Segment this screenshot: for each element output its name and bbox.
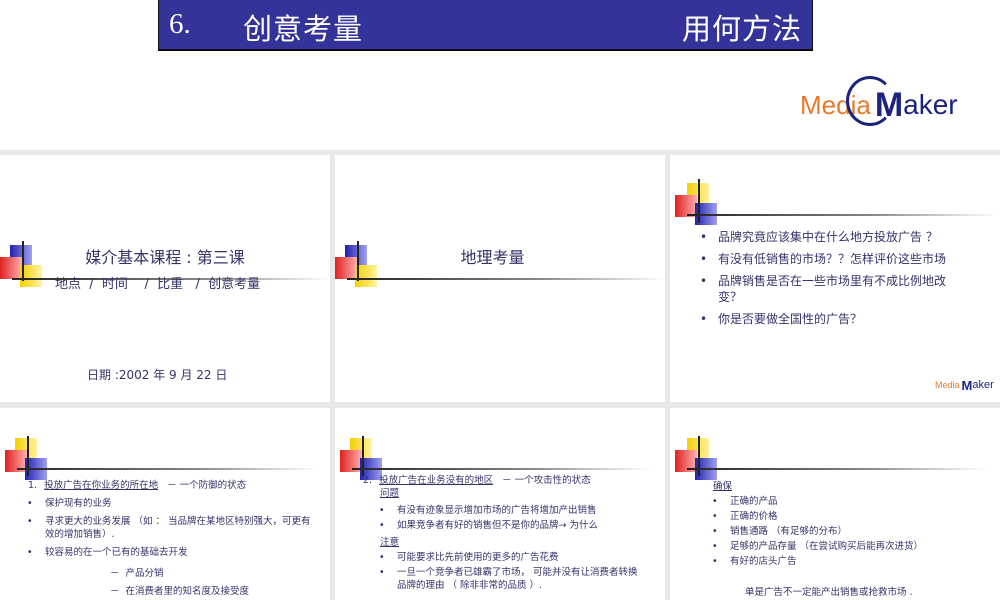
list-item: 如果竞争者有好的销售但不是你的品牌→ 为什么 xyxy=(377,519,647,532)
slide-title: 媒介基本课程 : 第三课 xyxy=(85,248,245,267)
list-item: 正确的价格 xyxy=(710,510,995,523)
list-item: 足够的产品存量 （在尝试购买后能再次进货） xyxy=(710,540,995,553)
slide-decoration-icon xyxy=(340,436,665,480)
bullet-list: 品牌究竟应该集中在什么地方投放广告 ？ 有没有低销售的市场？？怎样评价这些市场 … xyxy=(698,229,968,327)
mediamaker-logo: Media M aker xyxy=(800,76,958,130)
list-item: 可能要求比先前使用的更多的广告花费 xyxy=(377,551,642,564)
slide-thumbnail-1[interactable]: 媒介基本课程 : 第三课 地点 / 时间 / 比重 / 创意考量 日期 :200… xyxy=(0,155,330,402)
slide-thumbnail-4[interactable]: 1. 投放广告在你业务的所在地 － 一个防御的状态 保护现有的业务 寻求更大的业… xyxy=(0,408,330,600)
title-bar: 6. 创意考量 用何方法 xyxy=(158,0,813,50)
mediamaker-logo-small: Media M aker xyxy=(935,377,994,393)
slide-decoration-icon xyxy=(675,436,1000,480)
list-item: 品牌究竟应该集中在什么地方投放广告 ？ xyxy=(698,229,968,245)
section-heading: 1. 投放广告在你业务的所在地 － 一个防御的状态 xyxy=(28,480,247,491)
slide-date: 日期 :2002 年 9 月 22 日 xyxy=(87,368,228,382)
bullet-list: 可能要求比先前使用的更多的广告花费 一旦一个竞争者已雄霸了市场， 可能并没有让消… xyxy=(377,551,642,592)
list-item: 寻求更大的业务发展 （如 ： 当品牌在某地区特别强大，可更有效的增加销售）. xyxy=(25,515,315,541)
slide-topics: 地点 / 时间 / 比重 / 创意考量 xyxy=(55,277,261,292)
bullet-list: 正确的产品 正确的价格 销售通路 （有足够的分布） 足够的产品存量 （在尝试购买… xyxy=(710,495,995,568)
list-item: 正确的产品 xyxy=(710,495,995,508)
section-subtitle: 用何方法 xyxy=(681,12,802,46)
slide-decoration-icon xyxy=(5,436,330,480)
bullet-list: 保护现有的业务 寻求更大的业务发展 （如 ： 当品牌在某地区特别强大，可更有效的… xyxy=(25,497,315,559)
slide-decoration-icon xyxy=(675,179,1000,225)
list-item: 一旦一个竞争者已雄霸了市场， 可能并没有让消费者转换品牌的理由 （ 除非非常的品… xyxy=(377,566,642,592)
slide-title: 地理考量 xyxy=(460,248,525,267)
list-item: 销售通路 （有足够的分布） xyxy=(710,525,995,538)
slide-thumbnail-2[interactable]: 地理考量 xyxy=(335,155,665,402)
list-item: 保护现有的业务 xyxy=(25,497,315,510)
list-item: 你是否要做全国性的广告？ xyxy=(698,311,968,327)
section-title: 创意考量 xyxy=(243,12,364,46)
list-item: 较容易的在一个已有的基础去开发 xyxy=(25,546,315,559)
slide-thumbnail-5[interactable]: 2. 投放广告在业务没有的地区 － 一个攻击性的状态 问题 有没有迹象显示增加市… xyxy=(335,408,665,600)
slide-footer-note: 单是广告不一定能产出销售或抢救市场 . xyxy=(745,587,913,598)
slide-thumbnail-6[interactable]: 确保 正确的产品 正确的价格 销售通路 （有足够的分布） 足够的产品存量 （在尝… xyxy=(670,408,1000,600)
section-number: 6. xyxy=(169,8,191,40)
ensure-label: 确保 xyxy=(713,481,733,492)
note-label: 注意 xyxy=(380,537,400,548)
list-item: 品牌销售是否在一些市场里有不成比例地改变？ xyxy=(698,273,968,305)
list-item: 有没有迹象显示增加市场的广告将增加产出销售 xyxy=(377,504,647,517)
list-item: 有没有低销售的市场？？怎样评价这些市场 xyxy=(698,251,968,267)
sub-item: － 产品分销 xyxy=(110,568,164,579)
bullet-list: 有没有迹象显示增加市场的广告将增加产出销售 如果竞争者有好的销售但不是你的品牌→… xyxy=(377,504,647,532)
header-slide[interactable]: 6. 创意考量 用何方法 Media M aker xyxy=(0,0,1000,150)
list-item: 有好的店头广告 xyxy=(710,555,995,568)
sub-item: － 在消费者里的知名度及接受度 xyxy=(110,586,250,597)
section-heading: 2. 投放广告在业务没有的地区 － 一个攻击性的状态 问题 xyxy=(363,475,591,499)
slide-thumbnail-3[interactable]: 品牌究竟应该集中在什么地方投放广告 ？ 有没有低销售的市场？？怎样评价这些市场 … xyxy=(670,155,1000,402)
